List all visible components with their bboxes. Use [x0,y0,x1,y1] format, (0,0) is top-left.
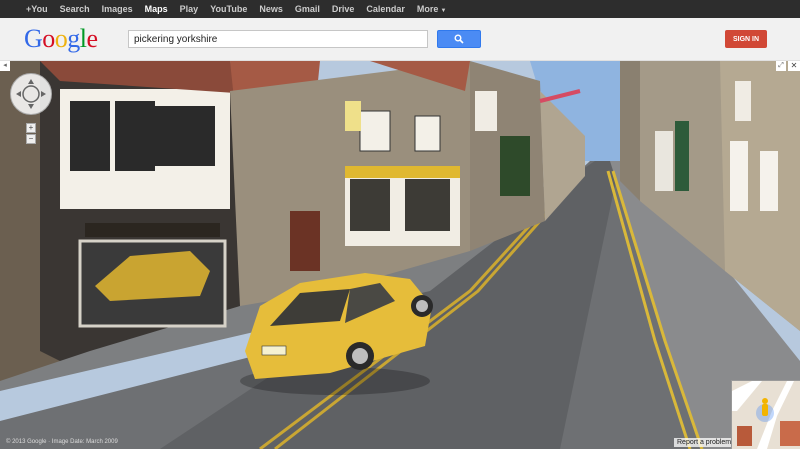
nav-drive[interactable]: Drive [332,4,355,14]
zoom-out-button[interactable]: − [26,134,36,144]
sign-in-button[interactable]: SIGN IN [725,30,767,48]
search-button[interactable] [437,30,481,48]
close-icon[interactable]: ✕ [788,61,800,71]
mini-map-image [732,381,800,449]
nav-gmail[interactable]: Gmail [295,4,320,14]
nav-maps[interactable]: Maps [145,4,168,14]
nav-you[interactable]: +You [26,4,48,14]
google-logo[interactable]: Google [24,25,98,53]
zoom-in-button[interactable]: + [26,123,36,133]
nav-calendar[interactable]: Calendar [366,4,405,14]
nav-play[interactable]: Play [180,4,199,14]
pegman-icon [762,398,768,416]
search-input[interactable] [128,30,428,48]
nav-youtube[interactable]: YouTube [210,4,247,14]
street-view-image[interactable] [0,61,800,449]
nav-images[interactable]: Images [102,4,133,14]
collapse-panel-button[interactable]: ◂ [0,61,10,71]
nav-more-label: More [416,4,439,14]
street-view-panorama[interactable]: ◂ + − ⤢ ✕ © 2013 Google · Image Date: Ma… [0,61,800,449]
google-bar: +You Search Images Maps Play YouTube New… [0,0,800,18]
nav-more[interactable]: More ▼ [417,4,446,14]
report-problem-link[interactable]: Report a problem [674,438,735,447]
pan-control[interactable] [10,73,52,115]
fullscreen-icon[interactable]: ⤢ [776,61,786,71]
search-icon [454,34,464,44]
copyright-text: © 2013 Google · Image Date: March 2009 [6,439,118,445]
compass-icon [16,79,46,109]
nav-search[interactable]: Search [60,4,90,14]
mini-map[interactable] [731,380,800,449]
chevron-down-icon: ▼ [440,8,447,14]
nav-news[interactable]: News [259,4,283,14]
header: Google SIGN IN [0,18,800,61]
